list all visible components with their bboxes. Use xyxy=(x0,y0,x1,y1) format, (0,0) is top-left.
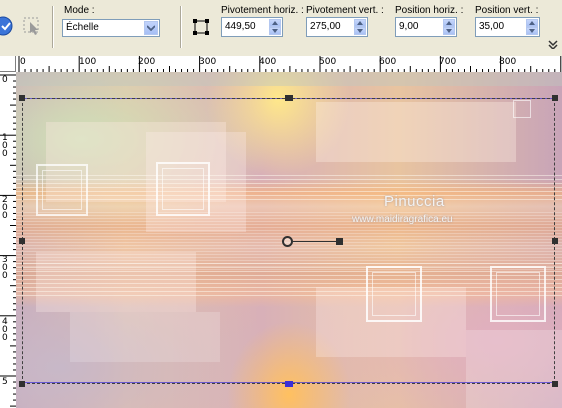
image-canvas[interactable]: Pinuccia www.maidiragrafica.eu xyxy=(16,72,562,408)
resize-handle-top-left[interactable] xyxy=(19,95,25,101)
ruler-label: 2 0 0 xyxy=(2,195,8,221)
pivot-horizontal-input[interactable]: 449,50 xyxy=(221,17,283,37)
spin-up-icon[interactable] xyxy=(526,19,538,27)
horizontal-ruler: 0 100 200 300 400 500 600 700 800 xyxy=(16,56,562,73)
mode-value: Échelle xyxy=(66,22,99,33)
resize-handle-left[interactable] xyxy=(19,238,25,244)
pivot-vertical-input[interactable]: 275,00 xyxy=(306,17,368,37)
resize-handle-right[interactable] xyxy=(552,238,558,244)
bounding-box-icon[interactable] xyxy=(192,18,210,36)
rotation-arm xyxy=(293,241,338,242)
spin-down-icon[interactable] xyxy=(354,27,366,35)
ruler-label: 800 xyxy=(499,57,517,67)
position-vertical-label: Position vert. : xyxy=(475,5,539,16)
reset-icon[interactable] xyxy=(22,16,42,36)
vertical-ruler: 0 1 0 0 2 0 0 3 0 0 4 0 0 5 xyxy=(0,72,17,408)
image-top-band xyxy=(16,72,562,86)
ruler-label: 3 0 0 xyxy=(2,255,8,281)
ruler-label: 100 xyxy=(79,57,97,67)
resize-handle-top-right[interactable] xyxy=(552,95,558,101)
spin-up-icon[interactable] xyxy=(269,19,281,27)
pivot-vertical-label: Pivotement vert. : xyxy=(306,5,384,16)
ruler-corner xyxy=(0,56,16,72)
pivot-horizontal-label: Pivotement horiz. : xyxy=(221,5,304,16)
ruler-label: 0 xyxy=(20,57,26,67)
spin-up-icon[interactable] xyxy=(443,19,455,27)
spin-down-icon[interactable] xyxy=(526,27,538,35)
position-horizontal-input[interactable]: 9,00 xyxy=(395,17,457,37)
vertical-ruler-ticks xyxy=(0,74,16,407)
mode-select[interactable]: Échelle xyxy=(62,19,160,37)
apply-icon[interactable] xyxy=(0,16,14,36)
ruler-label: 5 xyxy=(2,377,8,387)
ruler-label: 0 xyxy=(2,75,8,85)
position-horizontal-label: Position horiz. : xyxy=(395,5,464,16)
spin-down-icon[interactable] xyxy=(443,27,455,35)
ruler-label: 500 xyxy=(319,57,337,67)
ruler-label: 1 0 0 xyxy=(2,133,8,159)
ruler-label: 200 xyxy=(138,57,156,67)
ruler-label: 400 xyxy=(259,57,277,67)
ruler-label: 300 xyxy=(199,57,217,67)
toolbar-menu-icon[interactable] xyxy=(546,38,560,50)
pivot-vertical-value: 275,00 xyxy=(310,21,341,32)
position-vertical-input[interactable]: 35,00 xyxy=(475,17,540,37)
spin-up-icon[interactable] xyxy=(354,19,366,27)
pivot-point[interactable] xyxy=(282,236,293,247)
tool-options-toolbar: Mode : Échelle Pivotement horiz. : 449,5… xyxy=(0,0,562,57)
resize-handle-bottom-right[interactable] xyxy=(552,381,558,387)
ruler-label: 600 xyxy=(379,57,397,67)
mode-label: Mode : xyxy=(64,5,95,16)
chevron-down-icon[interactable] xyxy=(144,21,158,35)
rotation-handle[interactable] xyxy=(336,238,343,245)
position-vertical-value: 35,00 xyxy=(479,21,505,32)
resize-handle-bottom-left[interactable] xyxy=(19,381,25,387)
pivot-horizontal-value: 449,50 xyxy=(225,21,256,32)
ruler-label: 700 xyxy=(439,57,457,67)
resize-handle-bottom[interactable] xyxy=(285,381,293,387)
ruler-label: 4 0 0 xyxy=(2,317,8,343)
position-horizontal-value: 9,00 xyxy=(399,21,419,32)
spin-down-icon[interactable] xyxy=(269,27,281,35)
horizontal-ruler-ticks xyxy=(18,56,562,72)
resize-handle-top[interactable] xyxy=(285,95,293,101)
